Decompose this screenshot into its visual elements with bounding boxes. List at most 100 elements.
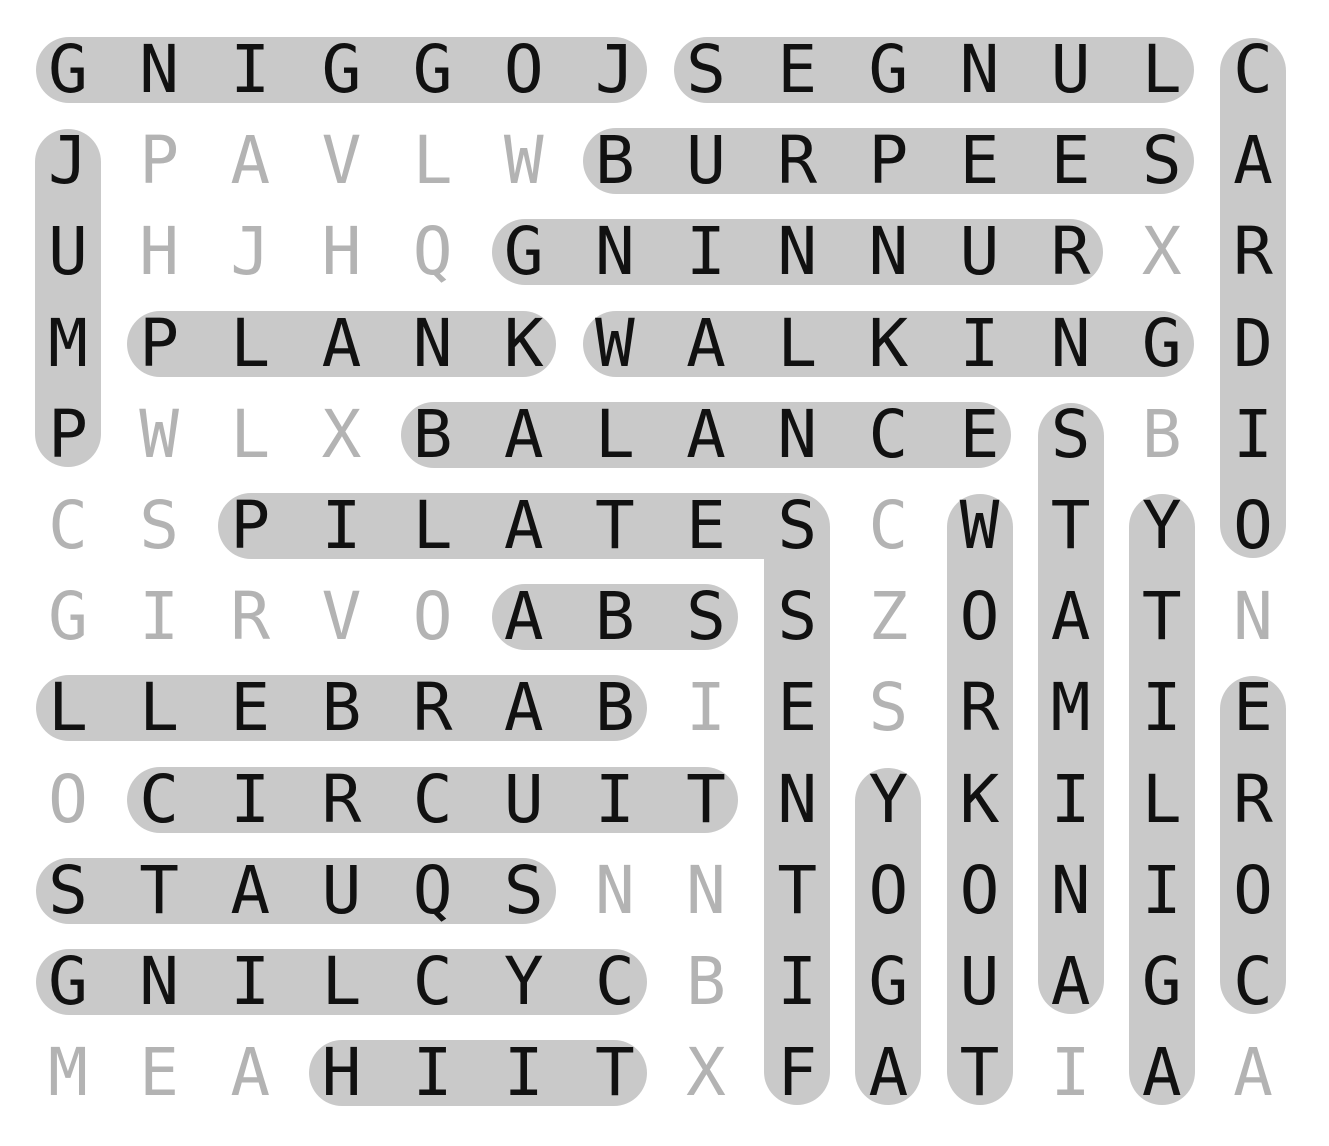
grid-cell[interactable]: Y — [1116, 480, 1208, 572]
grid-cell[interactable]: U — [1025, 24, 1117, 116]
grid-cell[interactable]: A — [1025, 571, 1117, 663]
grid-cell[interactable]: I — [660, 206, 752, 298]
grid-cell[interactable]: X — [660, 1027, 752, 1119]
grid-cell[interactable]: O — [478, 24, 570, 116]
grid-cell[interactable]: N — [387, 298, 479, 390]
grid-cell[interactable]: S — [113, 480, 205, 572]
grid-cell[interactable]: E — [1025, 115, 1117, 207]
grid-cell[interactable]: S — [1025, 389, 1117, 481]
grid-cell[interactable]: R — [1025, 206, 1117, 298]
grid-cell[interactable]: J — [22, 115, 114, 207]
grid-cell[interactable]: L — [751, 298, 843, 390]
grid-cell[interactable]: S — [478, 845, 570, 937]
grid-cell[interactable]: B — [660, 936, 752, 1028]
grid-cell[interactable]: U — [478, 754, 570, 846]
grid-cell[interactable]: T — [660, 754, 752, 846]
grid-cell[interactable]: T — [751, 845, 843, 937]
grid-cell[interactable]: X — [1116, 206, 1208, 298]
grid-cell[interactable]: B — [569, 571, 661, 663]
grid-cell[interactable]: I — [113, 571, 205, 663]
grid-cell[interactable]: N — [934, 24, 1026, 116]
grid-cell[interactable]: N — [569, 845, 661, 937]
grid-cell[interactable]: E — [934, 389, 1026, 481]
grid-cell[interactable]: A — [660, 389, 752, 481]
grid-cell[interactable]: A — [1207, 115, 1299, 207]
grid-cell[interactable]: E — [204, 662, 296, 754]
grid-cell[interactable]: I — [1116, 845, 1208, 937]
grid-cell[interactable]: C — [842, 480, 934, 572]
grid-cell[interactable]: U — [934, 206, 1026, 298]
grid-cell[interactable]: I — [660, 662, 752, 754]
grid-cell[interactable]: C — [842, 389, 934, 481]
grid-cell[interactable]: E — [113, 1027, 205, 1119]
grid-cell[interactable]: O — [842, 845, 934, 937]
grid-cell[interactable]: B — [387, 389, 479, 481]
grid-cell[interactable]: U — [295, 845, 387, 937]
grid-cell[interactable]: N — [751, 206, 843, 298]
grid-cell[interactable]: U — [660, 115, 752, 207]
grid-cell[interactable]: C — [1207, 936, 1299, 1028]
grid-cell[interactable]: V — [295, 571, 387, 663]
grid-cell[interactable]: L — [387, 115, 479, 207]
grid-cell[interactable]: W — [113, 389, 205, 481]
grid-cell[interactable]: U — [22, 206, 114, 298]
grid-cell[interactable]: M — [1025, 662, 1117, 754]
grid-cell[interactable]: S — [660, 571, 752, 663]
grid-cell[interactable]: N — [842, 206, 934, 298]
grid-cell[interactable]: H — [295, 206, 387, 298]
grid-cell[interactable]: R — [1207, 206, 1299, 298]
grid-cell[interactable]: V — [295, 115, 387, 207]
grid-cell[interactable]: T — [1116, 571, 1208, 663]
grid-cell[interactable]: R — [387, 662, 479, 754]
grid-cell[interactable]: I — [204, 936, 296, 1028]
grid-cell[interactable]: A — [478, 389, 570, 481]
grid-cell[interactable]: A — [1025, 936, 1117, 1028]
grid-cell[interactable]: W — [478, 115, 570, 207]
grid-cell[interactable]: K — [934, 754, 1026, 846]
grid-cell[interactable]: A — [295, 298, 387, 390]
grid-cell[interactable]: C — [1207, 24, 1299, 116]
grid-cell[interactable]: O — [22, 754, 114, 846]
grid-cell[interactable]: G — [387, 24, 479, 116]
grid-cell[interactable]: P — [842, 115, 934, 207]
grid-cell[interactable]: G — [478, 206, 570, 298]
grid-cell[interactable]: C — [113, 754, 205, 846]
grid-cell[interactable]: O — [934, 845, 1026, 937]
grid-cell[interactable]: W — [934, 480, 1026, 572]
grid-cell[interactable]: S — [22, 845, 114, 937]
grid-cell[interactable]: N — [1025, 845, 1117, 937]
grid-cell[interactable]: N — [660, 845, 752, 937]
grid-cell[interactable]: N — [113, 936, 205, 1028]
grid-cell[interactable]: I — [1116, 662, 1208, 754]
grid-cell[interactable]: C — [387, 936, 479, 1028]
grid-cell[interactable]: G — [1116, 936, 1208, 1028]
grid-cell[interactable]: B — [569, 115, 661, 207]
grid-cell[interactable]: L — [1116, 24, 1208, 116]
grid-cell[interactable]: G — [22, 24, 114, 116]
grid-cell[interactable]: I — [1025, 754, 1117, 846]
grid-cell[interactable]: N — [1025, 298, 1117, 390]
grid-cell[interactable]: L — [204, 298, 296, 390]
grid-cell[interactable]: P — [113, 298, 205, 390]
grid-cell[interactable]: L — [387, 480, 479, 572]
grid-cell[interactable]: M — [22, 298, 114, 390]
grid-cell[interactable]: N — [113, 24, 205, 116]
grid-cell[interactable]: S — [751, 480, 843, 572]
grid-cell[interactable]: W — [569, 298, 661, 390]
grid-cell[interactable]: P — [204, 480, 296, 572]
grid-cell[interactable]: I — [387, 1027, 479, 1119]
grid-cell[interactable]: F — [751, 1027, 843, 1119]
grid-cell[interactable]: D — [1207, 298, 1299, 390]
grid-cell[interactable]: K — [478, 298, 570, 390]
grid-cell[interactable]: P — [113, 115, 205, 207]
grid-cell[interactable]: O — [1207, 845, 1299, 937]
grid-cell[interactable]: A — [204, 1027, 296, 1119]
grid-cell[interactable]: I — [478, 1027, 570, 1119]
grid-cell[interactable]: I — [934, 298, 1026, 390]
grid-cell[interactable]: A — [1207, 1027, 1299, 1119]
grid-cell[interactable]: A — [1116, 1027, 1208, 1119]
grid-cell[interactable]: Y — [478, 936, 570, 1028]
grid-cell[interactable]: G — [842, 24, 934, 116]
grid-cell[interactable]: R — [751, 115, 843, 207]
grid-cell[interactable]: J — [204, 206, 296, 298]
